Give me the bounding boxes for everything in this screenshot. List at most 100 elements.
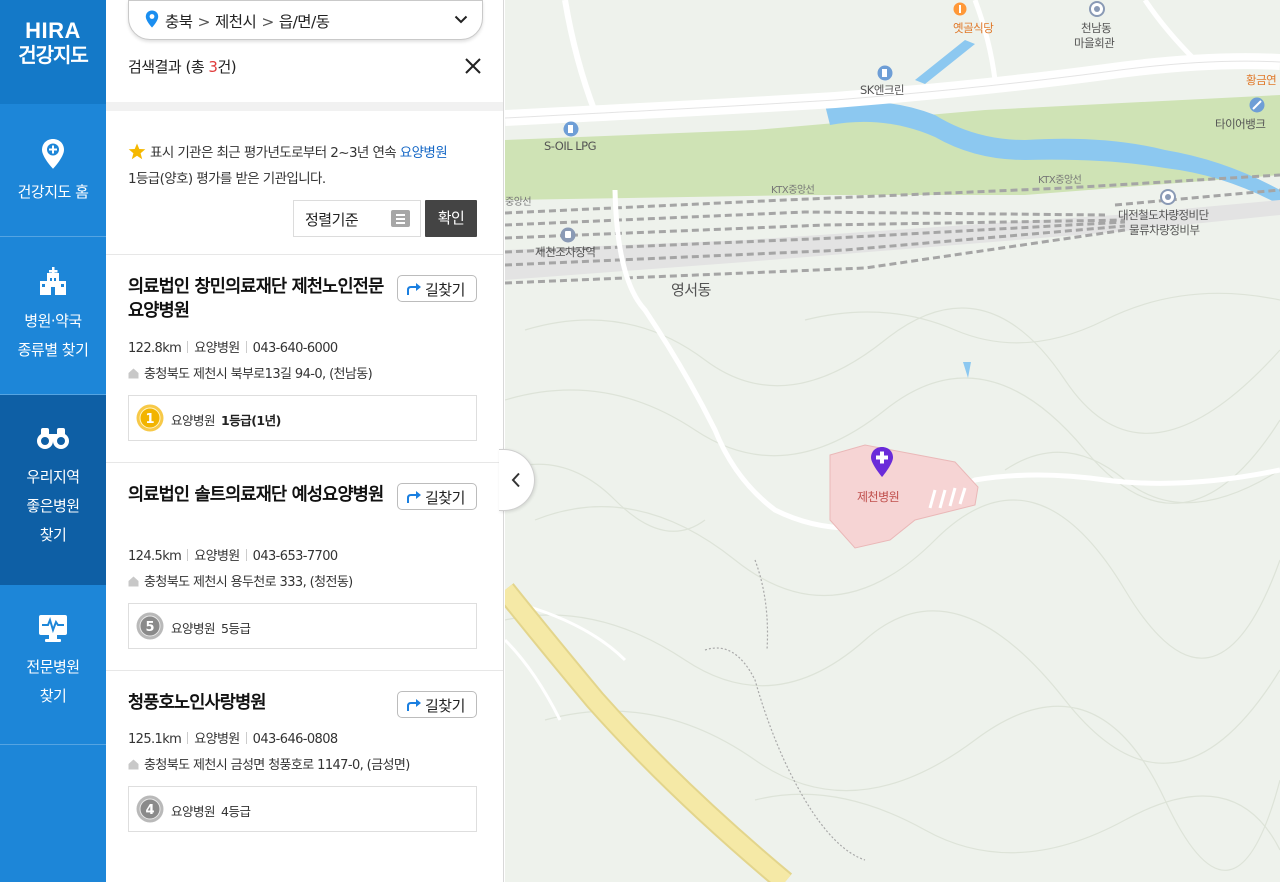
region-select[interactable]: 충북 > 제천시 > 읍/면/동 <box>128 0 483 40</box>
grade-box: 4 요양병원 4등급 <box>128 786 477 832</box>
map-label-district: 영서동 <box>671 281 711 299</box>
map-label-tire-shop: 타이어뱅크 <box>1215 117 1266 131</box>
hospital-type: 요양병원 <box>194 341 240 356</box>
restaurant-icon <box>953 2 967 16</box>
meta-divider <box>245 341 247 353</box>
notice-line1: 표시 기관은 최근 평가년도로부터 2~3년 연속 <box>150 145 400 161</box>
grade-text: 요양병원 5등급 <box>171 618 251 637</box>
grade-medal-4-icon: 4 <box>136 795 164 823</box>
directions-button[interactable]: 길찾기 <box>397 691 477 718</box>
directions-button[interactable]: 길찾기 <box>397 483 477 510</box>
region-level3: 읍/면/동 <box>278 13 330 31</box>
nav-label: 찾기 <box>39 526 67 544</box>
map-view[interactable]: 옛골식당 천남동 마을회관 황금연 SK엔크린 타이어뱅크 S-OIL LPG … <box>505 0 1280 882</box>
nav-item-specialty[interactable]: 전문병원 찾기 <box>0 585 106 745</box>
hospital-name[interactable]: 청풍호노인사랑병원 <box>128 691 386 715</box>
result-item[interactable]: 청풍호노인사랑병원 길찾기 125.1km 요양병원 043-646-0808 충청… <box>106 670 503 882</box>
grade-label: 1등급(1년) <box>221 413 281 428</box>
nav-label: 종류별 찾기 <box>17 341 89 359</box>
home-icon <box>128 576 139 587</box>
address-text: 충청북도 제천시 용두천로 333, (청전동) <box>144 575 353 590</box>
notice-text: 표시 기관은 최근 평가년도로부터 2~3년 연속 요양병원 1등급(양호) 평… <box>128 140 478 192</box>
logo-line1: HIRA <box>25 18 81 43</box>
hospital-address: 충청북도 제천시 금성면 청풍호로 1147-0, (금성면) <box>128 754 410 773</box>
grade-box: 5 요양병원 5등급 <box>128 603 477 649</box>
map-label-shop: 황금연 <box>1246 73 1277 87</box>
map-label-hall: 천남동 <box>1081 21 1112 35</box>
map-label-gas-station: SK엔크린 <box>860 83 905 97</box>
train-station-icon <box>560 227 576 243</box>
distance: 122.8km <box>128 341 182 356</box>
grade-type: 요양병원 <box>171 804 216 819</box>
map-pin-icon <box>42 139 64 169</box>
home-icon <box>128 368 139 379</box>
nav-label: 건강지도 홈 <box>17 183 89 201</box>
grade-type: 요양병원 <box>171 413 216 428</box>
hospital-name[interactable]: 의료법인 솔트의료재단 예성요양병원 <box>128 483 386 507</box>
grade-label: 4등급 <box>221 804 251 819</box>
map-label-station: 제천조차장역 <box>535 245 596 259</box>
gas-station-icon <box>563 121 579 137</box>
directions-label: 길찾기 <box>425 697 465 715</box>
hospital-address: 충청북도 제천시 용두천로 333, (청전동) <box>128 571 353 590</box>
notice-line2: 1등급(양호) 평가를 받은 기관입니다. <box>128 171 326 187</box>
chevron-left-icon <box>511 472 520 488</box>
nav-item-home[interactable]: 건강지도 홈 <box>0 104 106 237</box>
directions-label: 길찾기 <box>425 281 465 299</box>
grade-medal-1-icon: 1 <box>136 404 164 432</box>
map-label-rail: KTX중앙선 <box>1038 175 1082 186</box>
nav-label: 전문병원 <box>26 658 80 676</box>
grade-label: 5등급 <box>221 621 251 636</box>
hira-logo[interactable]: HIRA 건강지도 <box>0 0 106 104</box>
directions-button[interactable]: 길찾기 <box>397 275 477 302</box>
list-icon <box>391 210 410 227</box>
region-separator: > <box>197 13 211 31</box>
logo-line2: 건강지도 <box>18 43 89 67</box>
hospital-meta: 125.1km 요양병원 043-646-0808 <box>128 728 338 747</box>
sort-select[interactable]: 정렬기준 <box>293 200 421 237</box>
result-item[interactable]: 의료법인 솔트의료재단 예성요양병원 길찾기 124.5km 요양병원 043-65… <box>106 462 503 670</box>
nav-item-good-hospital[interactable]: 우리지역 좋은병원 찾기 <box>0 395 106 585</box>
meta-divider <box>245 549 247 561</box>
map-label-rail: KTX중앙선 <box>771 185 815 196</box>
phone-number[interactable]: 043-653-7700 <box>253 549 339 564</box>
grade-type: 요양병원 <box>171 621 216 636</box>
result-item[interactable]: 의료법인 창민의료재단 제천노인전문요양병원 길찾기 122.8km 요양병원 04… <box>106 254 503 462</box>
result-suffix: 건) <box>217 58 237 76</box>
nav-label: 병원·약국 <box>24 312 82 330</box>
chevron-down-icon <box>454 15 468 24</box>
phone-number[interactable]: 043-640-6000 <box>253 341 339 356</box>
map-label-rail: 중앙선 <box>505 197 532 208</box>
turn-arrow-icon <box>407 283 421 295</box>
grade-text: 요양병원 4등급 <box>171 801 251 820</box>
region-level1: 충북 <box>165 13 193 31</box>
directions-label: 길찾기 <box>425 489 465 507</box>
landmark-icon <box>1089 1 1105 17</box>
map-label-depot: 물류차량정비부 <box>1129 223 1200 237</box>
gas-station-icon <box>877 65 893 81</box>
turn-arrow-icon <box>407 699 421 711</box>
side-navigation: HIRA 건강지도 건강지도 홈 병원·약국 종류별 찾기 우리지역 좋은병원 … <box>0 0 106 882</box>
nav-label: 우리지역 <box>26 468 80 486</box>
location-pin-icon <box>145 10 159 28</box>
map-label-gas-station: S-OIL LPG <box>544 139 597 153</box>
hospital-meta: 124.5km 요양병원 043-653-7700 <box>128 545 338 564</box>
results-panel: 충북 > 제천시 > 읍/면/동 검색결과 (총 3건) 표시 기관은 최근 평가년도로… <box>106 0 504 882</box>
phone-number[interactable]: 043-646-0808 <box>253 732 339 747</box>
map-label-depot: 대전철도차량정비단 <box>1118 208 1209 222</box>
hospital-name[interactable]: 의료법인 창민의료재단 제천노인전문요양병원 <box>128 275 386 323</box>
monitor-heartbeat-icon <box>39 615 67 642</box>
notice-highlight: 요양병원 <box>399 145 448 161</box>
binoculars-icon <box>37 428 69 449</box>
meta-divider <box>187 549 189 561</box>
hospital-address: 충청북도 제천시 북부로13길 94-0, (천남동) <box>128 363 373 382</box>
close-icon[interactable] <box>461 54 485 78</box>
turn-arrow-icon <box>407 491 421 503</box>
hospital-marker-icon[interactable] <box>869 446 895 478</box>
nav-item-hospital-type[interactable]: 병원·약국 종류별 찾기 <box>0 237 106 395</box>
grade-text: 요양병원 1등급(1년) <box>171 410 281 429</box>
medal-number: 1 <box>145 412 154 427</box>
tire-shop-icon <box>1249 97 1265 113</box>
result-count: 검색결과 (총 3건) <box>128 56 237 77</box>
confirm-button[interactable]: 확인 <box>425 200 477 237</box>
